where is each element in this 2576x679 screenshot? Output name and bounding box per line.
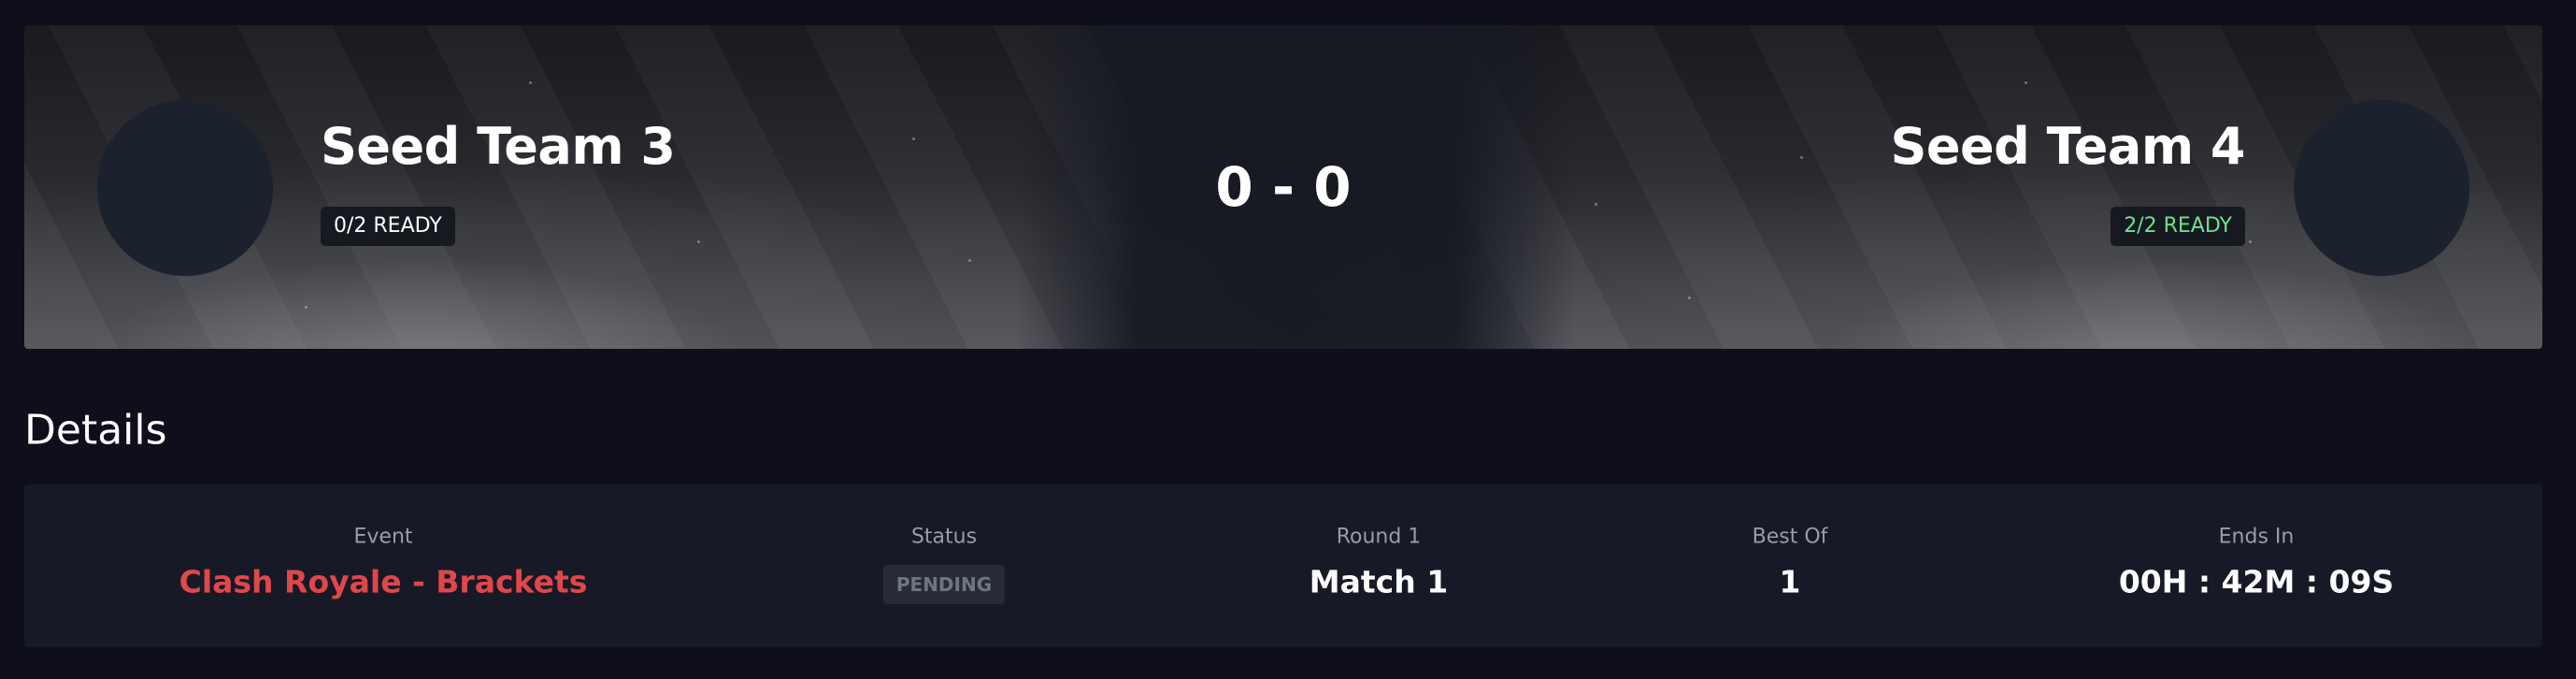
dust-particle: [2025, 81, 2027, 84]
detail-round-label: Round 1: [1336, 525, 1422, 549]
team2-ready-badge: 2/2 READY: [2111, 207, 2245, 246]
detail-best-of-label: Best Of: [1752, 525, 1828, 549]
team2-name[interactable]: Seed Team 4: [1891, 122, 2246, 172]
match-banner: Seed Team 3 0/2 READY 0 - 0 Seed Team 4 …: [24, 25, 2542, 349]
dust-particle: [305, 306, 308, 309]
detail-ends-in-label: Ends In: [2218, 525, 2295, 549]
status-badge: PENDING: [882, 565, 1006, 604]
details-heading: Details: [24, 406, 167, 455]
team2-avatar[interactable]: [2294, 100, 2469, 276]
detail-event-label: Event: [353, 525, 413, 549]
detail-round-value: Match 1: [1309, 563, 1449, 600]
dust-particle: [968, 259, 971, 262]
detail-status-label: Status: [910, 525, 978, 549]
dust-particle: [2249, 240, 2252, 243]
event-link[interactable]: Clash Royale - Brackets: [179, 564, 588, 600]
dust-particle: [529, 81, 532, 84]
match-page: Seed Team 3 0/2 READY 0 - 0 Seed Team 4 …: [0, 0, 2576, 679]
details-card: Event Clash Royale - Brackets Status PEN…: [24, 484, 2542, 647]
countdown-timer: 00H : 42M : 09S: [2118, 563, 2395, 600]
dust-particle: [697, 240, 700, 243]
dust-particle: [1688, 296, 1691, 299]
dust-particle: [912, 137, 915, 140]
detail-best-of-value: 1: [1779, 563, 1801, 600]
